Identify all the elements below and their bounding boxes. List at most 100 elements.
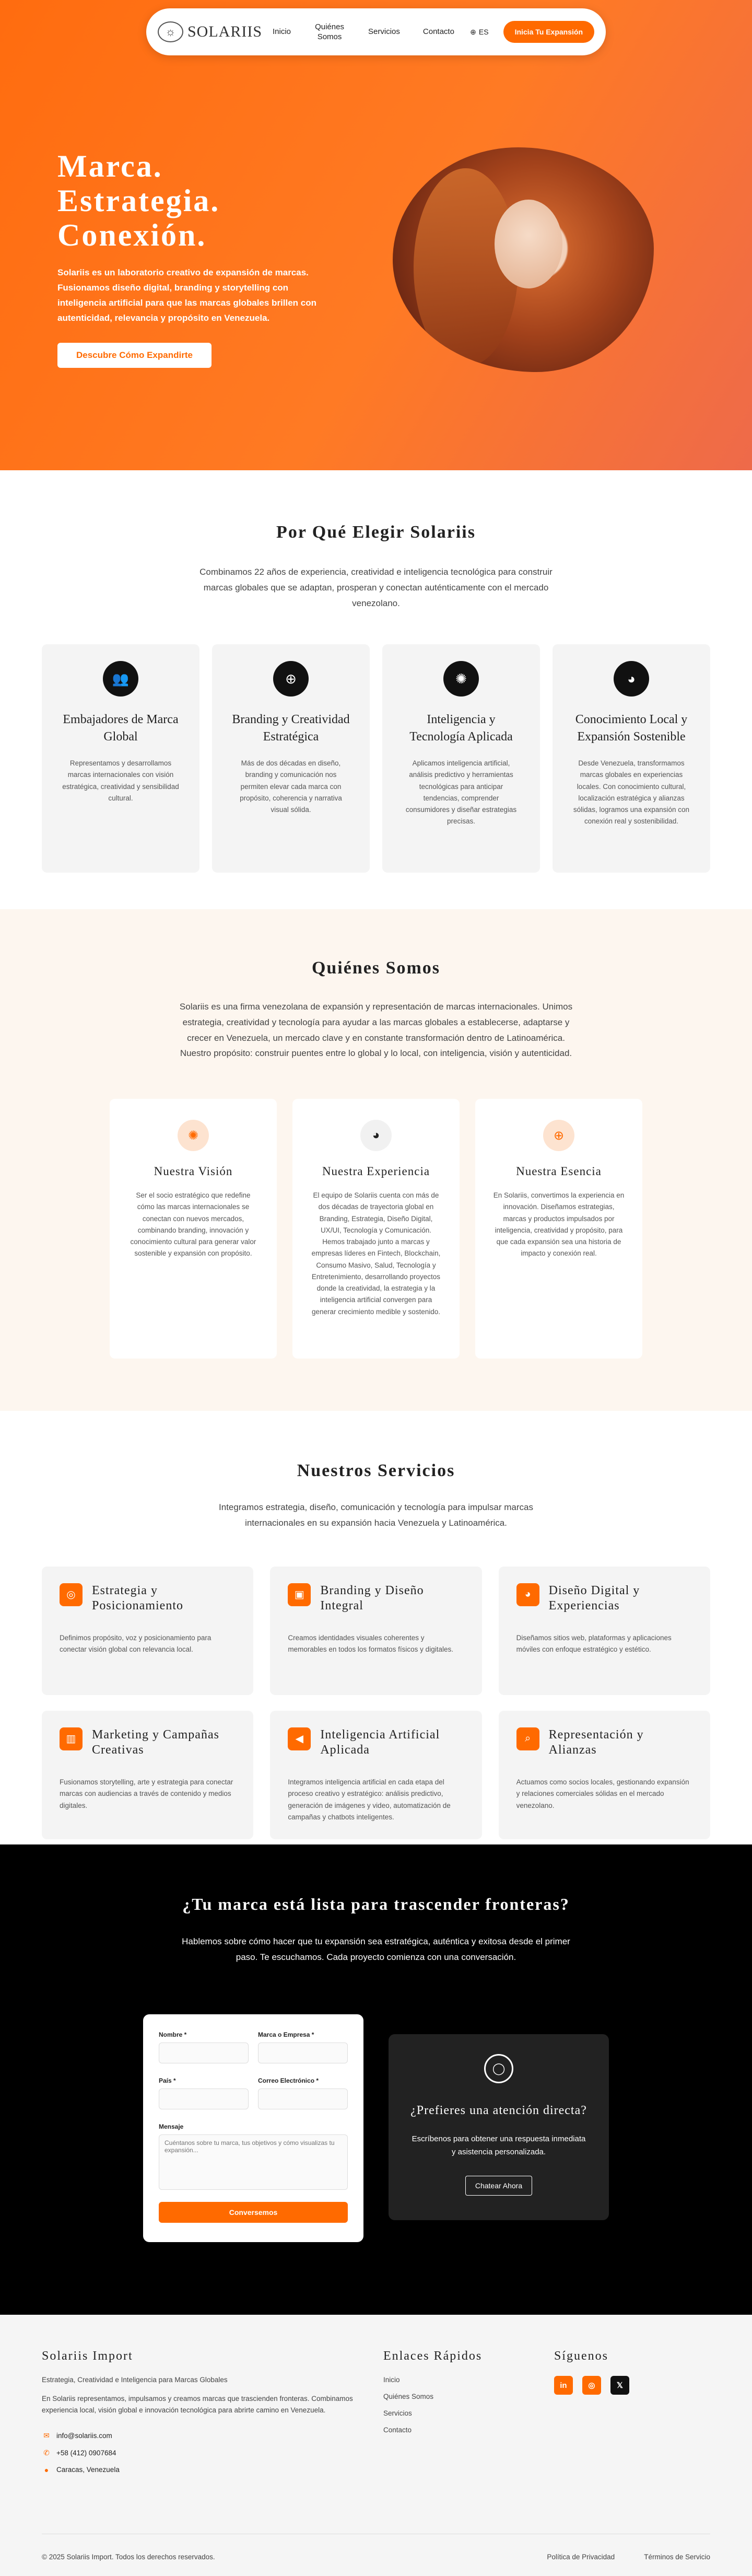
about-card-text: El equipo de Solariis cuenta con más de … [311, 1191, 441, 1316]
cta-title: ¿Tu marca está lista para trascender fro… [182, 1895, 570, 1913]
direct-contact-card: ◯ ¿Prefieres una atención directa? Escrí… [389, 2034, 609, 2220]
nav-cta-button[interactable]: Inicia Tu Expansión [503, 21, 594, 43]
users-icon: 👥 [103, 661, 138, 697]
palette-icon: ◕ [516, 1583, 539, 1606]
email-label: Correo Electrónico * [258, 2076, 319, 2084]
about-section: Quiénes Somos Solariis es una firma vene… [0, 909, 752, 1411]
logo[interactable]: ☼ SOLARIIS [158, 21, 262, 42]
service-card-title: Branding y Diseño Integral [320, 1583, 424, 1612]
brain-icon: ✺ [443, 661, 479, 697]
service-card: ◎ Estrategia y Posicionamiento Definimos … [42, 1566, 254, 1695]
about-title: Quiénes Somos [311, 958, 441, 978]
service-card: ▣ Branding y Diseño Integral Creamos iden… [270, 1566, 482, 1695]
about-card-text: Ser el socio estratégico que redefine có… [130, 1191, 256, 1258]
why-card-text: Más de dos décadas en diseño, branding y… [240, 759, 342, 814]
why-card-text: Desde Venezuela, transformamos marcas gl… [573, 759, 690, 826]
megaphone-icon: ◀ [288, 1727, 311, 1750]
why-title: Por Qué Elegir Solariis [276, 523, 476, 542]
instagram-icon[interactable]: ◎ [582, 2376, 601, 2395]
copyright: © 2025 Solariis Import. Todos los derech… [42, 2552, 215, 2561]
hero-cta-button[interactable]: Descubre Cómo Expandirte [57, 343, 212, 368]
company-field[interactable] [258, 2042, 348, 2063]
hero-image [393, 147, 654, 372]
service-card: ◕ Diseño Digital y Experiencias Diseñamos… [498, 1566, 710, 1695]
service-card-title: Representación y Alianzas [548, 1727, 644, 1757]
nav-link-quienes-somos[interactable]: Quiénes Somos [314, 22, 345, 42]
linkedin-icon[interactable]: in [554, 2376, 573, 2395]
language-label: ES [478, 28, 489, 36]
submit-button[interactable]: Conversemos [159, 2201, 348, 2223]
mail-icon: ✉ [43, 2431, 50, 2440]
service-card-text: Definimos propósito, voz y posicionamien… [60, 1634, 212, 1654]
why-card-title: Conocimiento Local y Expansión Sostenibl… [575, 713, 688, 744]
service-card-title: Marketing y Campañas Creativas [92, 1727, 219, 1757]
hero-section: Marca. Estrategia. Conexión. Solariis es… [0, 0, 752, 470]
footer-brand: Solariis Import [42, 2349, 133, 2363]
footer-location-text: Caracas, Venezuela [56, 2466, 120, 2474]
phone-icon: ✆ [43, 2448, 50, 2457]
twitter-icon[interactable]: 𝕏 [610, 2376, 629, 2395]
chat-now-button[interactable]: Chatear Ahora [465, 2175, 533, 2196]
service-card-title: Estrategia y Posicionamiento [92, 1583, 183, 1612]
why-card-title: Embajadores de Marca Global [63, 713, 179, 744]
about-description: Solariis es una firma venezolana de expa… [179, 1002, 573, 1059]
hero-description: Solariis es un laboratorio creativo de e… [57, 268, 317, 323]
truck-icon: ▣ [288, 1583, 311, 1606]
services-grid: ◎ Estrategia y Posicionamiento Definimos … [0, 1566, 752, 1839]
nav-link-contacto[interactable]: Contacto [423, 27, 454, 37]
footer-email-text: info@solariis.com [56, 2431, 112, 2440]
cta-section: ¿Tu marca está lista para trascender fro… [0, 1844, 752, 2315]
nav-link-inicio[interactable]: Inicio [273, 27, 291, 37]
hero-title-line: Marca. [57, 149, 163, 183]
footer-phone-text: +58 (412) 0907684 [56, 2449, 116, 2457]
footer-about: En Solariis representamos, impulsamos y … [42, 2395, 353, 2415]
why-card-text: Representamos y desarrollamos marcas int… [62, 759, 179, 802]
service-card-title: Inteligencia Artificial Aplicada [320, 1727, 440, 1757]
service-card-text: Diseñamos sitios web, plataformas y apli… [516, 1634, 672, 1654]
why-description: Combinamos 22 años de experiencia, creat… [199, 567, 553, 608]
about-grid: ✺ Nuestra Visión Ser el socio estratégic… [0, 1099, 752, 1359]
why-card: ✺ Inteligencia y Tecnología Aplicada Apl… [382, 644, 540, 873]
footer-links: Inicio Quiénes Somos Servicios Contacto [383, 2376, 554, 2434]
service-card: ◀ Inteligencia Artificial Aplicada Integr… [270, 1710, 482, 1839]
nav-link-servicios[interactable]: Servicios [368, 27, 400, 37]
country-field[interactable] [159, 2088, 249, 2109]
hero-title: Marca. Estrategia. Conexión. [57, 149, 220, 252]
country-label: País * [159, 2076, 176, 2084]
palette-icon: ◕ [614, 661, 649, 697]
target-icon: ◎ [60, 1583, 83, 1606]
footer-link-contacto[interactable]: Contacto [383, 2426, 554, 2434]
footer-email[interactable]: ✉ info@solariis.com [42, 2431, 383, 2440]
cta-description: Hablemos sobre cómo hacer que tu expansi… [182, 1936, 570, 1962]
service-card: ⌕ Representación y Alianzas Actuamos como… [498, 1710, 710, 1839]
contact-form: Nombre * Marca o Empresa * País * Correo… [143, 2014, 363, 2242]
name-field[interactable] [159, 2042, 249, 2063]
about-card: ◕ Nuestra Experiencia El equipo de Solar… [292, 1099, 460, 1359]
footer-location: ● Caracas, Venezuela [42, 2466, 383, 2474]
footer-link-inicio[interactable]: Inicio [383, 2376, 554, 2384]
message-field[interactable] [159, 2134, 348, 2190]
email-field[interactable] [258, 2088, 348, 2109]
footer-phone[interactable]: ✆ +58 (412) 0907684 [42, 2449, 383, 2457]
why-card: ⊕ Branding y Creatividad Estratégica Más… [212, 644, 370, 873]
logo-text: SOLARIIS [187, 23, 262, 40]
social-links: in ◎ 𝕏 [554, 2376, 710, 2395]
nav-links: Inicio Quiénes Somos Servicios Contacto [262, 22, 470, 42]
services-title: Nuestros Servicios [297, 1461, 455, 1480]
terms-link[interactable]: Términos de Servicio [644, 2553, 710, 2561]
top-nav: ☼ SOLARIIS Inicio Quiénes Somos Servicio… [146, 8, 606, 55]
privacy-link[interactable]: Política de Privacidad [547, 2553, 615, 2561]
globe-icon: ⊕ [543, 1120, 574, 1151]
location-pin-icon: ● [44, 2465, 49, 2474]
service-card-text: Creamos identidades visuales coherentes … [288, 1634, 453, 1654]
footer-social-title: Síguenos [554, 2349, 608, 2363]
search-icon: ⌕ [516, 1727, 539, 1750]
chart-icon: ▥ [60, 1727, 83, 1750]
message-label: Mensaje [159, 2122, 184, 2130]
footer-link-quienes-somos[interactable]: Quiénes Somos [383, 2393, 554, 2400]
language-switcher[interactable]: ⊕ ES [470, 28, 488, 37]
footer-link-servicios[interactable]: Servicios [383, 2409, 554, 2417]
footer: Solariis Import Estrategia, Creatividad … [0, 2315, 752, 2576]
nav-container: ☼ SOLARIIS Inicio Quiénes Somos Servicio… [0, 8, 752, 55]
why-card: 👥 Embajadores de Marca Global Representa… [42, 644, 199, 873]
